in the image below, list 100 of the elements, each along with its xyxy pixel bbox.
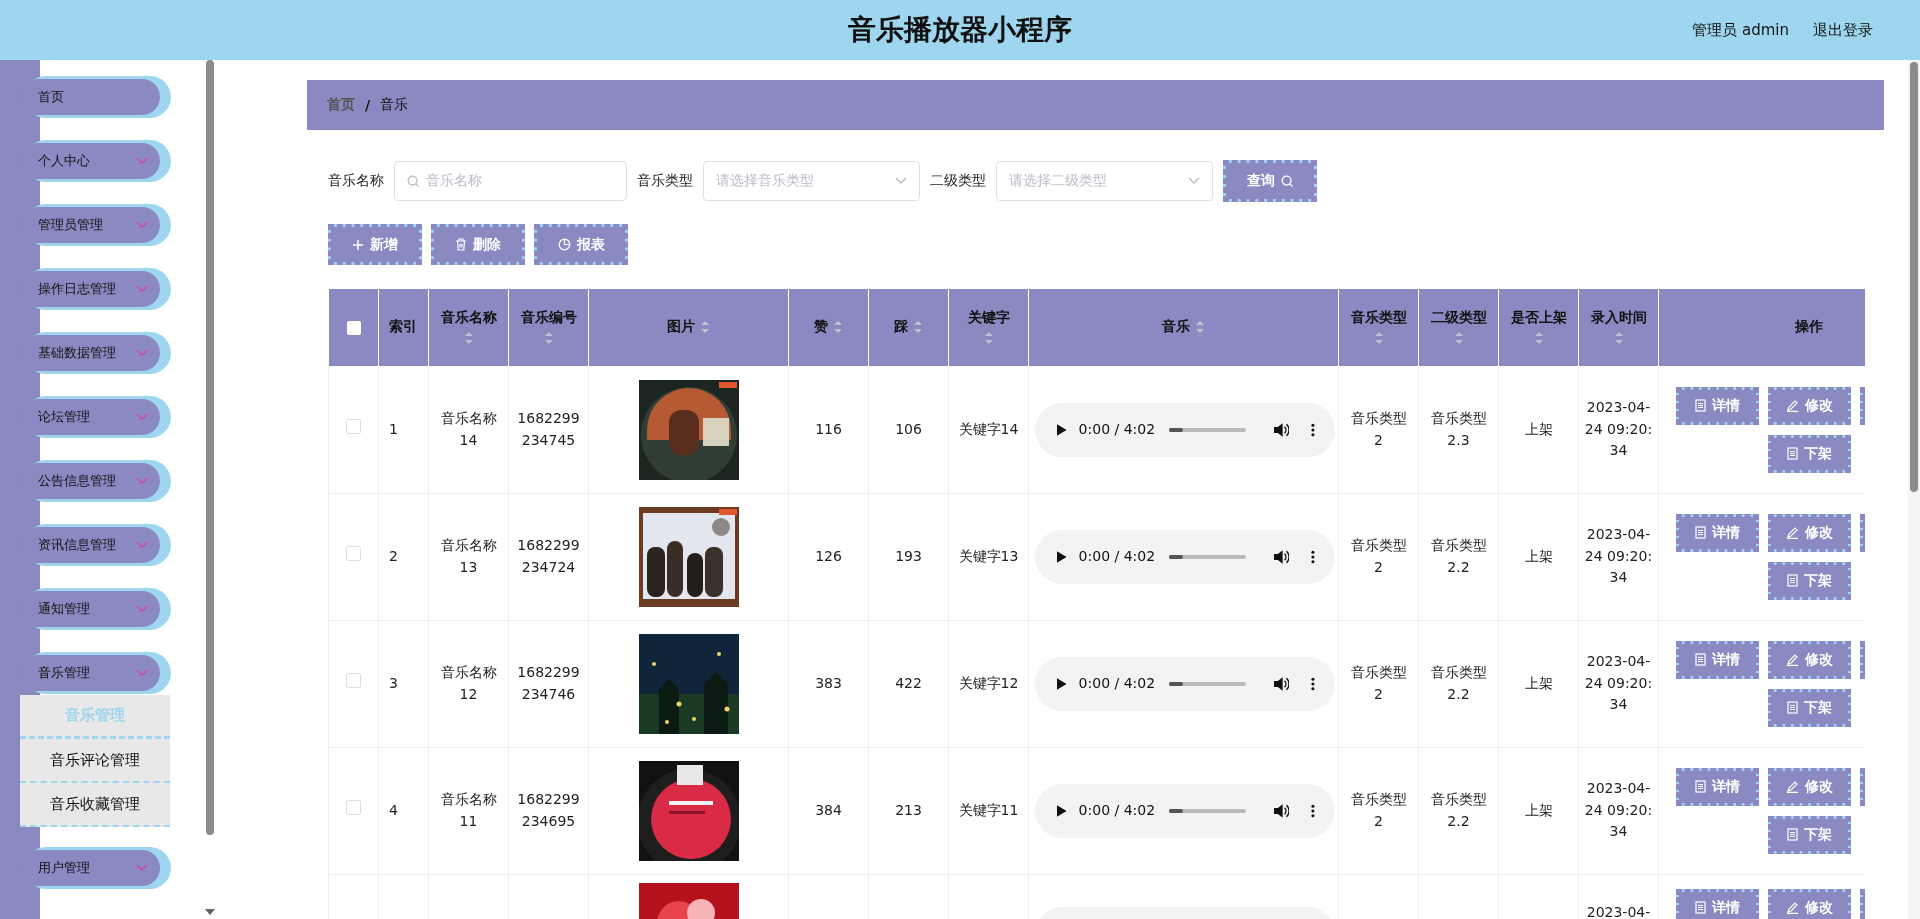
volume-icon[interactable]: [1273, 422, 1290, 437]
more-icon[interactable]: [1311, 676, 1315, 691]
row-checkbox[interactable]: [346, 799, 361, 815]
row-checkbox[interactable]: [346, 418, 361, 434]
sort-icon[interactable]: [543, 331, 554, 346]
more-icon[interactable]: [1311, 549, 1315, 564]
column-header[interactable]: 音乐类型: [1338, 289, 1419, 366]
toolbar-button[interactable]: 报表: [534, 224, 628, 265]
more-icon[interactable]: [1311, 422, 1315, 437]
chevron-down-icon: [136, 605, 148, 613]
action-button[interactable]: 修改: [1767, 386, 1851, 425]
table-cell: 音乐名称13: [440, 536, 497, 575]
scrollbar-thumb[interactable]: [1910, 62, 1918, 492]
audio-player[interactable]: 0:00 / 4:02: [1035, 402, 1335, 457]
document-icon: [1694, 399, 1706, 412]
pencil-icon: [1785, 653, 1799, 666]
sort-icon[interactable]: [463, 331, 474, 346]
toolbar-button[interactable]: 新增: [328, 224, 422, 265]
trash-icon: [455, 238, 467, 251]
column-header[interactable]: 音乐名称: [428, 289, 509, 366]
logout-link[interactable]: 退出登录: [1813, 20, 1873, 40]
play-icon[interactable]: [1057, 677, 1067, 690]
action-button[interactable]: 详情: [1675, 513, 1759, 552]
sort-icon[interactable]: [1533, 331, 1544, 346]
document-icon: [1694, 526, 1706, 539]
table-cell: 关键字14: [958, 420, 1019, 437]
chevron-down-icon: [136, 349, 148, 357]
column-header[interactable]: 是否上架: [1498, 289, 1579, 366]
sort-icon[interactable]: [1453, 331, 1464, 346]
column-header[interactable]: 音乐编号: [508, 289, 589, 366]
audio-progress-bar[interactable]: [1169, 554, 1246, 559]
action-button[interactable]: 修改: [1767, 888, 1851, 919]
volume-icon[interactable]: [1273, 676, 1290, 691]
sort-icon[interactable]: [913, 320, 923, 335]
table-cell: 2023-04-24 09:20:34: [1584, 652, 1653, 713]
scroll-down-icon[interactable]: [205, 909, 215, 915]
table-cell: 1682299234695: [517, 790, 580, 829]
column-header[interactable]: 关键字: [948, 289, 1029, 366]
document-icon: [1786, 701, 1798, 714]
column-title: 音乐类型: [1350, 309, 1407, 328]
chevron-down-icon: [136, 157, 148, 165]
audio-progress-bar[interactable]: [1169, 427, 1246, 432]
action-button[interactable]: 详情: [1675, 888, 1759, 919]
action-button[interactable]: 详情: [1675, 767, 1759, 806]
action-button[interactable]: 下架: [1767, 561, 1851, 600]
table-cell: 关键字11: [958, 801, 1019, 818]
submenu-item[interactable]: 音乐收藏管理: [20, 783, 170, 827]
action-button[interactable]: 下架: [1767, 688, 1851, 727]
column-header[interactable]: 二级类型: [1418, 289, 1499, 366]
row-checkbox[interactable]: [346, 545, 361, 561]
sort-icon[interactable]: [1195, 320, 1205, 335]
audio-progress-bar[interactable]: [1169, 808, 1246, 813]
search-button[interactable]: 查询: [1223, 160, 1317, 202]
row-index: 1: [389, 420, 398, 437]
column-title: 音乐编号: [520, 309, 577, 328]
table-cell: 1682299234746: [517, 663, 580, 702]
column-header[interactable]: 录入时间: [1578, 289, 1659, 366]
breadcrumb-separator: /: [365, 97, 371, 113]
action-button[interactable]: 修改: [1767, 513, 1851, 552]
table-cell: 音乐类型2: [1350, 790, 1407, 829]
column-header[interactable]: 音乐: [1028, 289, 1339, 366]
select-all-checkbox[interactable]: [346, 321, 361, 336]
audio-player[interactable]: 0:00 / 4:02: [1035, 783, 1335, 838]
audio-time: 0:00 / 4:02: [1078, 419, 1156, 439]
play-icon[interactable]: [1057, 804, 1067, 817]
sort-icon[interactable]: [700, 320, 710, 335]
volume-icon[interactable]: [1273, 803, 1290, 818]
play-icon[interactable]: [1057, 550, 1067, 563]
action-button[interactable]: 修改: [1767, 640, 1851, 679]
action-button[interactable]: 修改: [1767, 767, 1851, 806]
action-button[interactable]: 下架: [1767, 434, 1851, 473]
table-cell: 音乐类型2: [1350, 536, 1407, 575]
row-checkbox[interactable]: [346, 672, 361, 688]
sort-icon[interactable]: [1373, 331, 1384, 346]
column-header[interactable]: 图片: [588, 289, 789, 366]
action-button[interactable]: 详情: [1675, 640, 1759, 679]
volume-icon[interactable]: [1273, 549, 1290, 564]
column-header[interactable]: 赞: [788, 289, 869, 366]
play-icon[interactable]: [1057, 423, 1067, 436]
audio-player[interactable]: 0:00 / 4:02: [1035, 656, 1335, 711]
pencil-icon: [1785, 399, 1799, 412]
sort-icon[interactable]: [1613, 331, 1624, 346]
audio-progress-bar[interactable]: [1169, 681, 1246, 686]
table-cell: 193: [895, 547, 922, 564]
table-cell: 213: [895, 801, 922, 818]
pie-chart-icon: [557, 238, 571, 251]
table-cell: 422: [895, 674, 922, 691]
table-cell: 126: [815, 547, 842, 564]
sort-icon[interactable]: [833, 320, 843, 335]
field-label: 二级类型: [930, 172, 986, 190]
more-icon[interactable]: [1311, 803, 1315, 818]
submenu-item[interactable]: 音乐评论管理: [20, 739, 170, 783]
sort-icon[interactable]: [983, 331, 994, 346]
action-button[interactable]: 下架: [1767, 815, 1851, 854]
audio-player[interactable]: 0:00 / 4:02: [1035, 529, 1335, 584]
toolbar-button[interactable]: 删除: [431, 224, 525, 265]
table-cell: 383: [815, 674, 842, 691]
scrollbar-thumb[interactable]: [206, 60, 214, 835]
column-header[interactable]: 踩: [868, 289, 949, 366]
action-button[interactable]: 详情: [1675, 386, 1759, 425]
